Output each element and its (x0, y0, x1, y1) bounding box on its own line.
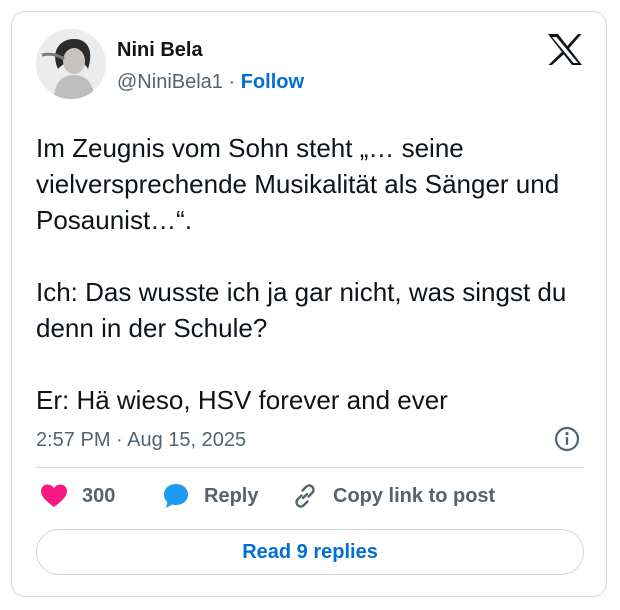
author-meta: @NiniBela1 · Follow (117, 70, 304, 94)
follow-button[interactable]: Follow (241, 71, 304, 93)
x-logo-icon[interactable] (547, 33, 583, 66)
speech-bubble-icon (164, 484, 188, 508)
tweet-card: Nini Bela @NiniBela1 · Follow Im Zeugnis… (11, 11, 607, 597)
copy-link-label: Copy link to post (333, 484, 496, 507)
avatar-photo (36, 29, 106, 99)
separator-dot: · (228, 71, 236, 93)
reply-button[interactable]: Reply (162, 480, 258, 512)
tweet-timestamp[interactable]: 2:57 PM · Aug 15, 2025 (36, 427, 246, 453)
action-bar: 300 Reply Copy link to post (36, 480, 596, 512)
author-handle[interactable]: @NiniBela1 (117, 71, 223, 93)
heart-icon (41, 484, 67, 507)
link-icon (295, 484, 315, 508)
tweet-text: Im Zeugnis vom Sohn steht „… seine vielv… (36, 133, 567, 415)
copy-link-button[interactable]: Copy link to post (291, 480, 495, 512)
divider (36, 467, 584, 468)
reply-label: Reply (204, 484, 259, 507)
author-name[interactable]: Nini Bela (117, 38, 203, 62)
like-count: 300 (82, 484, 116, 507)
avatar[interactable] (36, 29, 106, 99)
info-icon[interactable] (553, 425, 581, 453)
read-replies-button[interactable]: Read 9 replies (36, 529, 584, 575)
like-button[interactable]: 300 (40, 480, 115, 512)
